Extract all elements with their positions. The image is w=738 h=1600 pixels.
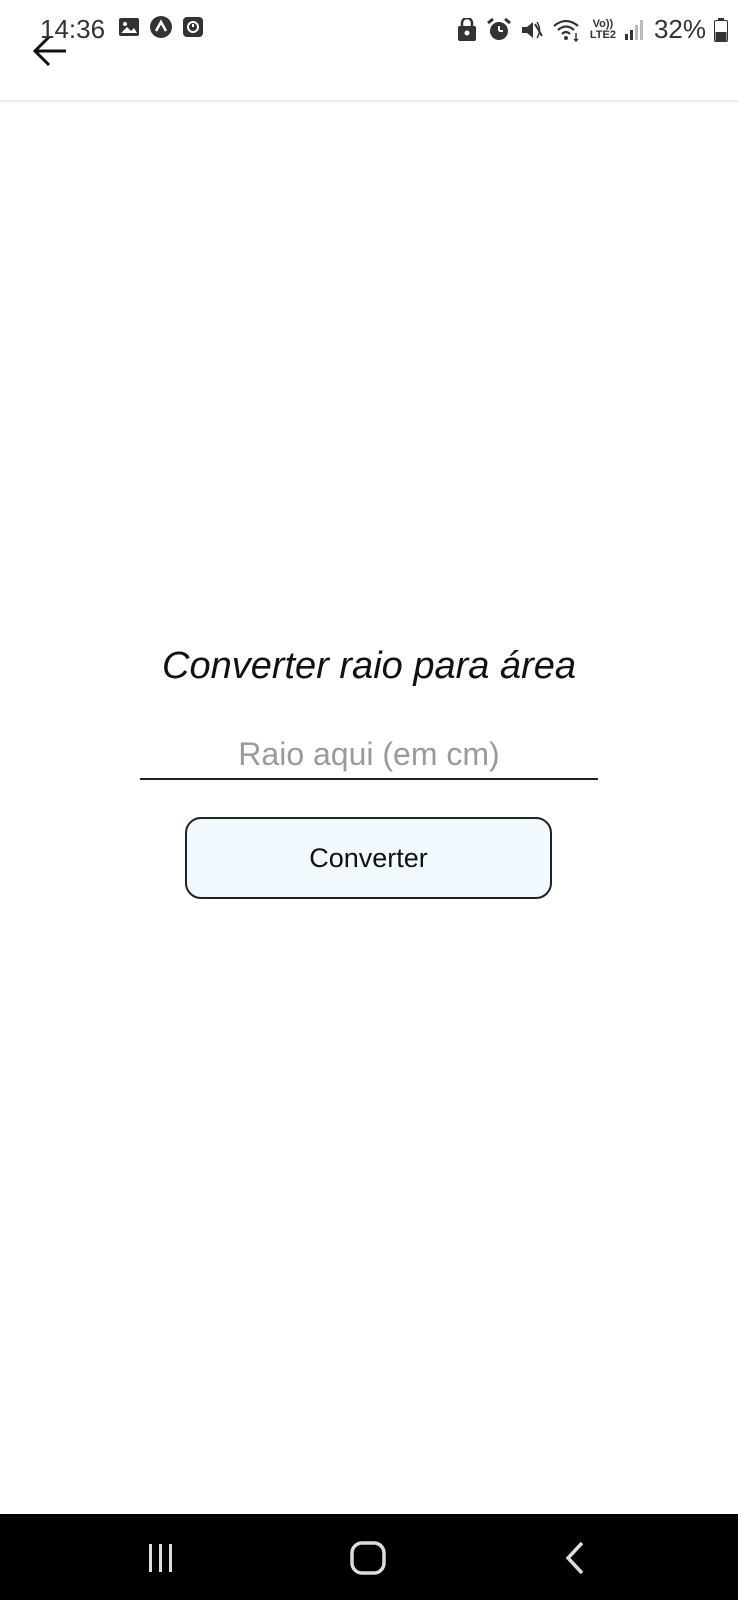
navigation-bar	[0, 1514, 738, 1600]
battery-icon	[714, 17, 728, 42]
battery-percent: 32%	[653, 14, 706, 44]
mute-icon	[521, 21, 543, 38]
app-a-icon	[150, 16, 172, 38]
image-icon	[119, 18, 139, 36]
signal-icon	[624, 19, 643, 40]
recent-apps-button[interactable]	[139, 1536, 183, 1580]
app-square-icon	[183, 17, 203, 37]
home-button[interactable]	[346, 1536, 390, 1580]
radius-input[interactable]	[140, 730, 598, 780]
page-title: Converter raio para área	[162, 645, 576, 687]
lte-label: LTE2	[589, 28, 616, 41]
recent-apps-icon	[149, 1544, 172, 1572]
wifi-icon	[553, 19, 579, 42]
status-left-icons	[118, 16, 204, 38]
network-type-label: Vo)) LTE2	[589, 17, 616, 41]
convert-button[interactable]: Converter	[185, 817, 552, 899]
volte-label: Vo))	[592, 17, 614, 30]
status-right-icons: Vo)) LTE2 32%	[456, 14, 728, 45]
screen: 14:36 Vo)) LTE2 32% Converter raio para …	[0, 0, 738, 1600]
status-time: 14:36	[40, 14, 106, 44]
lock-icon	[457, 17, 476, 41]
home-icon	[350, 1541, 386, 1575]
alarm-icon	[486, 17, 511, 40]
status-bar: 14:36 Vo)) LTE2 32%	[0, 0, 738, 60]
back-icon	[565, 1541, 584, 1575]
nav-back-button[interactable]	[554, 1536, 598, 1580]
